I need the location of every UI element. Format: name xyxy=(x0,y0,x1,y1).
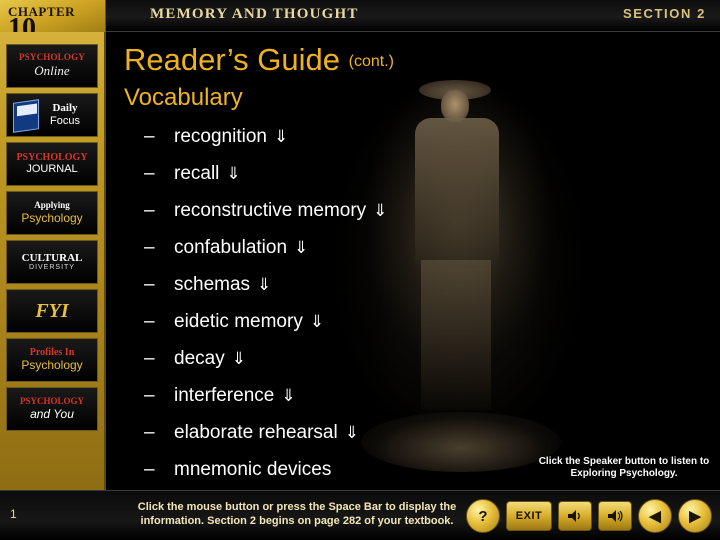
bullet-dash: – xyxy=(144,237,155,258)
vocabulary-term: recall xyxy=(174,163,220,184)
bullet-dash: – xyxy=(144,126,155,147)
sidebar-item-profiles-in-psychology[interactable]: Profiles In Psychology xyxy=(6,338,98,382)
bullet-dash: – xyxy=(144,385,155,406)
vocabulary-term: decay xyxy=(174,348,225,369)
bullet-dash: – xyxy=(144,163,155,184)
unit-title: MEMORY AND THOUGHT xyxy=(150,6,359,22)
page-title-cont: (cont.) xyxy=(348,53,394,70)
volume-glyph xyxy=(607,510,623,522)
vocabulary-term: eidetic memory xyxy=(174,311,303,332)
vocabulary-term: interference xyxy=(174,385,275,406)
bullet-dash: – xyxy=(144,311,155,332)
list-item: – reconstructive memory ⇓ xyxy=(144,200,614,237)
sidebar-item-psychology-online[interactable]: PSYCHOLOGY Online xyxy=(6,44,98,88)
slide-content: Reader’s Guide (cont.) Vocabulary – reco… xyxy=(106,32,720,490)
sidebar-item-profiles-in-psychology-line1: Profiles In xyxy=(29,346,75,358)
down-arrow-icon: ⇓ xyxy=(231,349,246,368)
slide: MEMORY AND THOUGHT SECTION 2 CHAPTER 10 … xyxy=(0,0,720,540)
sidebar-item-psychology-journal-line1: PSYCHOLOGY xyxy=(16,151,88,163)
navigation-controls: ? EXIT ◀ ▶ xyxy=(466,497,712,535)
down-arrow-icon: ⇓ xyxy=(294,238,309,257)
vocabulary-term: schemas xyxy=(174,274,251,295)
vocabulary-term: mnemonic devices xyxy=(174,459,332,480)
sidebar: PSYCHOLOGY Online Daily Focus PSYCHOLOGY… xyxy=(0,32,106,518)
down-arrow-icon: ⇓ xyxy=(257,275,272,294)
volume-icon[interactable] xyxy=(598,501,632,531)
list-item: – interference ⇓ xyxy=(144,385,614,422)
bullet-dash: – xyxy=(144,422,155,443)
bullet-dash: – xyxy=(144,459,155,480)
speaker-glyph xyxy=(567,510,580,522)
sidebar-item-applying-psychology-line1: Applying xyxy=(34,200,70,211)
top-bar: MEMORY AND THOUGHT SECTION 2 xyxy=(0,0,720,32)
list-item: – elaborate rehearsal ⇓ xyxy=(144,422,614,459)
help-button[interactable]: ? xyxy=(466,499,500,533)
list-item: – confabulation ⇓ xyxy=(144,237,614,274)
list-item: – schemas ⇓ xyxy=(144,274,614,311)
bullet-dash: – xyxy=(144,348,155,369)
vocabulary-list: – recognition ⇓ – recall ⇓ – reconstruct… xyxy=(144,126,614,490)
bottom-bar: 1 Click the mouse button or press the Sp… xyxy=(0,490,720,540)
section-label: SECTION 2 xyxy=(622,6,706,21)
sidebar-item-daily-focus-line2: Focus xyxy=(50,114,80,127)
sidebar-item-cultural-diversity-line2: DIVERSITY xyxy=(29,264,75,272)
vocabulary-term: reconstructive memory xyxy=(174,200,367,221)
down-arrow-icon: ⇓ xyxy=(344,423,359,442)
section-subtitle: Vocabulary xyxy=(124,84,243,111)
page-title-text: Reader’s Guide xyxy=(124,42,340,77)
page-title: Reader’s Guide (cont.) xyxy=(124,42,394,78)
down-arrow-icon: ⇓ xyxy=(373,201,388,220)
sidebar-item-cultural-diversity[interactable]: CULTURAL DIVERSITY xyxy=(6,240,98,284)
list-item: – eidetic memory ⇓ xyxy=(144,311,614,348)
sidebar-item-profiles-in-psychology-line2: Psychology xyxy=(21,358,83,373)
sidebar-item-psychology-online-line1: PSYCHOLOGY xyxy=(18,52,85,63)
page-number: 1 xyxy=(10,507,17,521)
vocabulary-term: recognition xyxy=(174,126,267,147)
list-item: – recognition ⇓ xyxy=(144,126,614,163)
down-arrow-icon: ⇓ xyxy=(273,127,289,146)
bullet-dash: – xyxy=(144,200,155,221)
sidebar-item-fyi-line1: FYI xyxy=(35,299,69,322)
bullet-dash: – xyxy=(144,274,155,295)
navigation-instruction: Click the mouse button or press the Spac… xyxy=(137,501,457,527)
list-item: – recall ⇓ xyxy=(144,163,614,200)
vocabulary-term: confabulation xyxy=(174,237,288,258)
sidebar-item-applying-psychology-line2: Psychology xyxy=(21,210,83,225)
previous-slide-button[interactable]: ◀ xyxy=(638,499,672,533)
down-arrow-icon: ⇓ xyxy=(281,386,296,405)
vocabulary-term: elaborate rehearsal xyxy=(174,422,338,443)
sidebar-item-psychology-journal[interactable]: PSYCHOLOGY JOURNAL xyxy=(6,142,98,186)
sidebar-item-psychology-and-you-line2: and You xyxy=(30,406,74,421)
sidebar-item-fyi[interactable]: FYI xyxy=(6,289,98,333)
sidebar-item-cultural-diversity-line1: CULTURAL xyxy=(21,251,83,264)
speaker-instruction: Click the Speaker button to listen to Ex… xyxy=(538,456,710,479)
book-icon xyxy=(13,99,39,133)
sidebar-item-psychology-and-you-line1: PSYCHOLOGY xyxy=(19,396,84,407)
sidebar-item-psychology-online-line2: Online xyxy=(34,62,70,78)
exit-button[interactable]: EXIT xyxy=(506,501,552,531)
sidebar-item-psychology-and-you[interactable]: PSYCHOLOGY and You xyxy=(6,387,98,431)
sidebar-item-applying-psychology[interactable]: Applying Psychology xyxy=(6,191,98,235)
down-arrow-icon: ⇓ xyxy=(226,164,241,183)
speaker-icon[interactable] xyxy=(558,501,592,531)
sidebar-item-daily-focus-line1: Daily xyxy=(52,102,78,115)
list-item: – decay ⇓ xyxy=(144,348,614,385)
sidebar-item-daily-focus[interactable]: Daily Focus xyxy=(6,93,98,137)
down-arrow-icon: ⇓ xyxy=(309,312,325,331)
sidebar-item-psychology-journal-line2: JOURNAL xyxy=(26,163,78,176)
next-slide-button[interactable]: ▶ xyxy=(678,499,712,533)
